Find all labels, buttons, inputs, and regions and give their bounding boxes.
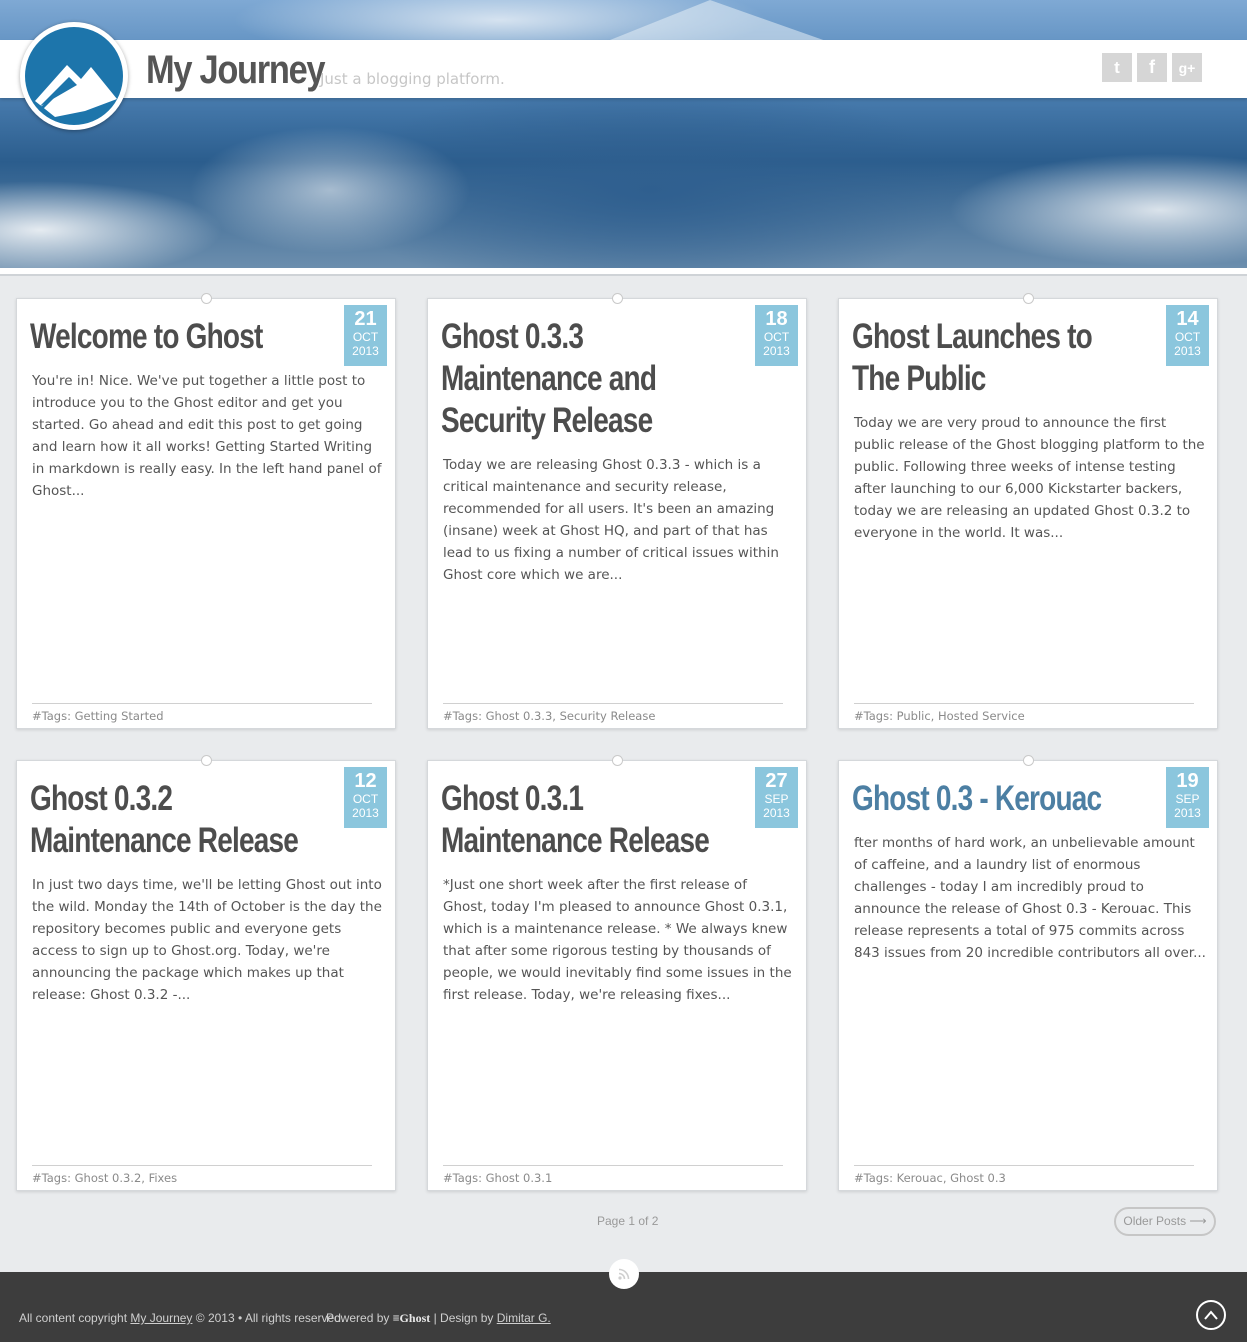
post-date-year: 2013 (763, 344, 790, 358)
post-title[interactable]: Ghost 0.3 - Kerouac (852, 778, 1156, 820)
older-posts-button[interactable]: Older Posts ⟶ (1114, 1207, 1216, 1236)
ghost-link[interactable]: ≡Ghost (393, 1311, 431, 1325)
post-tags[interactable]: #Tags: Public, Hosted Service (854, 709, 1025, 723)
twitter-button[interactable]: t (1102, 53, 1132, 82)
footer-copyright: All content copyright My Journey © 2013 … (19, 1311, 344, 1325)
post-card[interactable]: 21 OCT 2013 Welcome to Ghost You're in! … (16, 293, 396, 729)
card-pin-icon (1023, 293, 1034, 304)
post-title[interactable]: Ghost 0.3.2 Maintenance Release (30, 778, 302, 862)
post-title[interactable]: Welcome to Ghost (30, 316, 334, 358)
post-date-month: OCT (352, 792, 379, 806)
card-divider (854, 703, 1194, 704)
post-card[interactable]: 14 OCT 2013 Ghost Launches to The Public… (838, 293, 1218, 729)
post-date-badge: 12 OCT 2013 (344, 767, 387, 828)
post-date-month: SEP (764, 792, 789, 806)
post-excerpt: *Just one short week after the first rel… (443, 877, 792, 1003)
page-number: Page 1 of 2 (597, 1214, 659, 1228)
card-pin-icon (201, 755, 212, 766)
facebook-button[interactable]: f (1137, 53, 1167, 82)
rss-button[interactable] (609, 1259, 639, 1289)
post-title[interactable]: Ghost 0.3.1 Maintenance Release (441, 778, 713, 862)
post-date-badge: 21 OCT 2013 (344, 305, 387, 366)
post-card[interactable]: 18 OCT 2013 Ghost 0.3.3 Maintenance and … (427, 293, 807, 729)
rss-icon (618, 1268, 630, 1280)
post-excerpt: In just two days time, we'll be letting … (32, 877, 382, 1003)
copyright-prefix: All content copyright (19, 1311, 128, 1325)
post-date-month: SEP (1175, 792, 1200, 806)
footer-site-link[interactable]: My Journey (130, 1311, 192, 1325)
post-date-month: OCT (763, 330, 790, 344)
designer-link[interactable]: Dimitar G. (497, 1311, 551, 1325)
card-divider (443, 1165, 783, 1166)
post-date-day: 27 (765, 770, 788, 792)
post-card[interactable]: 12 OCT 2013 Ghost 0.3.2 Maintenance Rele… (16, 755, 396, 1191)
google-plus-icon: g+ (1178, 59, 1196, 76)
chevron-up-icon (1204, 1310, 1218, 1320)
banner-bottom-border (0, 268, 1247, 276)
design-prefix: | Design by (433, 1311, 494, 1325)
post-excerpt: Today we are releasing Ghost 0.3.3 - whi… (443, 457, 779, 583)
post-excerpt: Today we are very proud to announce the … (854, 415, 1205, 541)
post-date-badge: 27 SEP 2013 (755, 767, 798, 828)
footer-credits: Powered by ≡Ghost | Design by Dimitar G. (326, 1311, 551, 1326)
post-date-year: 2013 (352, 344, 379, 358)
card-pin-icon (1023, 755, 1034, 766)
post-excerpt: fter months of hard work, an unbelievabl… (854, 835, 1206, 961)
facebook-icon: f (1149, 57, 1155, 77)
post-card[interactable]: 19 SEP 2013 Ghost 0.3 - Kerouac fter mon… (838, 755, 1218, 1191)
post-date-day: 18 (765, 308, 788, 330)
post-tags[interactable]: #Tags: Kerouac, Ghost 0.3 (854, 1171, 1006, 1185)
post-tags[interactable]: #Tags: Ghost 0.3.1 (443, 1171, 552, 1185)
card-divider (854, 1165, 1194, 1166)
post-tags[interactable]: #Tags: Ghost 0.3.2, Fixes (32, 1171, 177, 1185)
post-date-day: 19 (1176, 770, 1199, 792)
post-date-year: 2013 (1174, 806, 1201, 820)
card-pin-icon (612, 293, 623, 304)
post-date-day: 12 (354, 770, 377, 792)
post-date-year: 2013 (763, 806, 790, 820)
mountain-logo-icon (25, 27, 123, 125)
post-tags[interactable]: #Tags: Getting Started (32, 709, 164, 723)
site-logo[interactable] (20, 22, 128, 130)
post-title[interactable]: Ghost Launches to The Public (852, 316, 1140, 400)
post-tags[interactable]: #Tags: Ghost 0.3.3, Security Release (443, 709, 655, 723)
post-date-month: OCT (1174, 330, 1201, 344)
google-plus-button[interactable]: g+ (1172, 53, 1202, 82)
post-title[interactable]: Ghost 0.3.3 Maintenance and Security Rel… (441, 316, 673, 442)
post-date-month: OCT (352, 330, 379, 344)
card-pin-icon (201, 293, 212, 304)
card-divider (443, 703, 783, 704)
site-title[interactable]: My Journey (146, 48, 326, 93)
copyright-suffix: © 2013 • All rights reserved. (195, 1311, 345, 1325)
post-date-day: 21 (354, 308, 377, 330)
post-date-badge: 18 OCT 2013 (755, 305, 798, 366)
post-date-year: 2013 (1174, 344, 1201, 358)
post-date-badge: 14 OCT 2013 (1166, 305, 1209, 366)
powered-prefix: Powered by (326, 1311, 390, 1325)
post-date-badge: 19 SEP 2013 (1166, 767, 1209, 828)
post-card[interactable]: 27 SEP 2013 Ghost 0.3.1 Maintenance Rele… (427, 755, 807, 1191)
back-to-top-button[interactable] (1196, 1300, 1226, 1330)
card-divider (32, 703, 372, 704)
twitter-icon: t (1114, 57, 1120, 77)
post-date-year: 2013 (352, 806, 379, 820)
card-pin-icon (612, 755, 623, 766)
post-excerpt: You're in! Nice. We've put together a li… (32, 373, 382, 499)
post-date-day: 14 (1176, 308, 1199, 330)
site-description: Just a blogging platform. (320, 70, 505, 88)
card-divider (32, 1165, 372, 1166)
